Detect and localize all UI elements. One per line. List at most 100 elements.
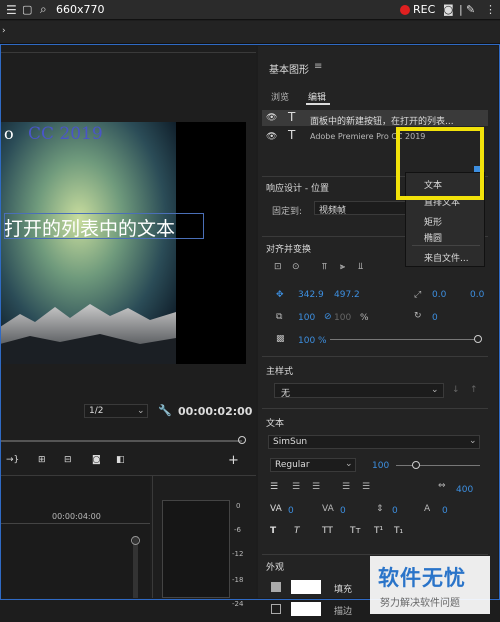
highlight-box xyxy=(396,127,484,200)
pin-label: 固定到: xyxy=(272,207,303,217)
pin-select[interactable]: 视频帧 xyxy=(314,201,406,216)
stroke-checkbox[interactable] xyxy=(271,604,281,614)
playhead-handle[interactable] xyxy=(238,436,246,444)
scale-icon: ⧉ xyxy=(276,312,283,322)
baseline-value[interactable]: 0 xyxy=(442,506,448,516)
video-title-a: o xyxy=(4,124,14,143)
small-caps-button[interactable]: Tт xyxy=(350,526,361,536)
search-icon[interactable]: ⌕ xyxy=(40,2,47,17)
meter-tick-6: -6 xyxy=(234,526,241,534)
tab-edit[interactable]: 编辑 xyxy=(308,90,326,103)
tab-edit-underline xyxy=(306,103,330,105)
font-select[interactable]: SimSun ⌄ xyxy=(268,435,480,449)
leading-value[interactable]: 0 xyxy=(340,506,346,516)
panel-menu-icon[interactable]: ≡ xyxy=(314,61,322,72)
menu-item-from-file[interactable]: 来自文件... xyxy=(424,251,469,264)
timecode: 00:00:02:00 xyxy=(178,405,253,418)
align-selection-icon[interactable]: ⊙ xyxy=(292,262,300,272)
chevron-right-icon[interactable]: › xyxy=(2,26,6,36)
tsume-icon: VA xyxy=(322,504,334,514)
anchor-x[interactable]: 0.0 xyxy=(432,290,446,300)
chevron-down-icon: ⌄ xyxy=(345,459,353,469)
font-value: SimSun xyxy=(273,437,308,447)
video-text-line: 打开的列表中的文本 xyxy=(4,218,176,240)
stroke-color-swatch[interactable] xyxy=(291,602,321,616)
superscript-button[interactable]: T¹ xyxy=(374,526,383,536)
playhead-track[interactable] xyxy=(0,440,242,442)
font-size-slider-handle[interactable] xyxy=(412,461,420,469)
master-style-select[interactable]: 无 ⌄ xyxy=(274,383,444,399)
text-layer-icon-2: T xyxy=(288,128,296,142)
go-to-out-icon[interactable]: →} xyxy=(6,455,19,465)
stroke-label: 描边 xyxy=(334,607,353,617)
align-top-icon[interactable]: ⫪ xyxy=(322,262,327,272)
paragraph-align-buttons: ☰ ☰ ☰ ☰ ☰ xyxy=(270,482,390,494)
menu-icon[interactable]: ☰ xyxy=(6,3,17,17)
lock-icon[interactable]: ⊘ xyxy=(324,312,332,322)
font-style-select[interactable]: Regular ⌄ xyxy=(270,458,356,472)
master-style-title: 主样式 xyxy=(266,367,294,377)
add-button-icon[interactable]: + xyxy=(228,453,239,468)
font-size-value[interactable]: 100 xyxy=(372,461,389,471)
italic-button[interactable]: T xyxy=(294,526,300,536)
spacing-value[interactable]: 0 xyxy=(392,506,398,516)
menu-separator xyxy=(412,245,480,246)
fill-color-swatch[interactable] xyxy=(291,580,321,594)
tab-browse[interactable]: 浏览 xyxy=(271,90,289,103)
percent-label: % xyxy=(360,313,369,323)
text-layer-icon: T xyxy=(288,110,296,124)
eye-icon[interactable]: 👁 xyxy=(266,113,277,123)
chevron-down-icon: ⌄ xyxy=(137,406,145,416)
position-y[interactable]: 497.2 xyxy=(334,290,360,300)
position-x[interactable]: 342.9 xyxy=(298,290,324,300)
top-toolbar: ☰ ▢ ⌕ 660x770 REC ◙ | ✎ ⋮ xyxy=(0,0,500,20)
camera-icon[interactable]: ◙ xyxy=(443,3,454,16)
eye-icon-2[interactable]: 👁 xyxy=(266,132,277,142)
pen-icon[interactable]: ✎ xyxy=(466,3,475,16)
video-preview[interactable] xyxy=(0,122,246,364)
timeline-scroll-handle[interactable] xyxy=(131,536,140,545)
chevron-down-icon: ⌄ xyxy=(469,436,477,446)
fill-checkbox[interactable] xyxy=(271,582,281,592)
panel-title: 基本图形 xyxy=(269,65,309,76)
collapse-icon[interactable]: ▢ xyxy=(22,3,32,16)
scale-locked-value[interactable]: 100 xyxy=(334,313,351,323)
record-dot-icon[interactable] xyxy=(400,5,410,15)
align-frame-icon[interactable]: ⊡ xyxy=(274,262,282,272)
push-down-icon[interactable]: ↓ xyxy=(452,385,460,395)
all-caps-button[interactable]: TT xyxy=(322,526,333,536)
justify-icon[interactable]: ☰ xyxy=(342,482,350,492)
opacity-slider-handle[interactable] xyxy=(474,335,482,343)
more-icon[interactable]: ⋮ xyxy=(485,3,496,16)
align-right-text-icon[interactable]: ☰ xyxy=(312,482,320,492)
tracking-value[interactable]: 400 xyxy=(456,485,473,495)
push-up-icon[interactable]: ↑ xyxy=(470,385,478,395)
align-left-text-icon[interactable]: ☰ xyxy=(270,482,278,492)
export-frame-icon[interactable]: ◙ xyxy=(92,455,101,465)
rotation-value[interactable]: 0 xyxy=(432,313,438,323)
font-size-slider[interactable] xyxy=(396,465,480,466)
menu-item-ellipse[interactable]: 椭圆 xyxy=(424,231,442,244)
align-bottom-icon[interactable]: ⫫ xyxy=(358,262,363,272)
opacity-value[interactable]: 100 % xyxy=(298,336,327,346)
align-vcenter-icon[interactable]: ⫸ xyxy=(340,262,345,272)
menu-item-rectangle[interactable]: 矩形 xyxy=(424,215,442,228)
watermark-box: 软件无忧 努力解决软件问题 xyxy=(370,556,490,614)
chevron-down-icon: ⌄ xyxy=(431,385,439,395)
justify-last-icon[interactable]: ☰ xyxy=(362,482,370,492)
bold-button[interactable]: T xyxy=(270,526,276,536)
wrench-icon[interactable]: 🔧 xyxy=(158,404,172,417)
subscript-button[interactable]: T₁ xyxy=(394,526,403,536)
opacity-slider[interactable] xyxy=(330,339,478,340)
align-center-text-icon[interactable]: ☰ xyxy=(292,482,300,492)
compare-icon[interactable]: ◧ xyxy=(116,455,125,465)
rec-label[interactable]: REC xyxy=(413,3,435,16)
anchor-y[interactable]: 0.0 xyxy=(470,290,484,300)
scale-value[interactable]: 100 xyxy=(298,313,315,323)
extract-icon[interactable]: ⊟ xyxy=(64,455,72,465)
resolution-select[interactable]: 1/2 ⌄ xyxy=(84,404,148,418)
timeline-scrollbar[interactable] xyxy=(133,536,138,598)
type-style-buttons: T T TT Tт T¹ T₁ xyxy=(270,526,480,540)
lift-icon[interactable]: ⊞ xyxy=(38,455,46,465)
kerning-value[interactable]: 0 xyxy=(288,506,294,516)
